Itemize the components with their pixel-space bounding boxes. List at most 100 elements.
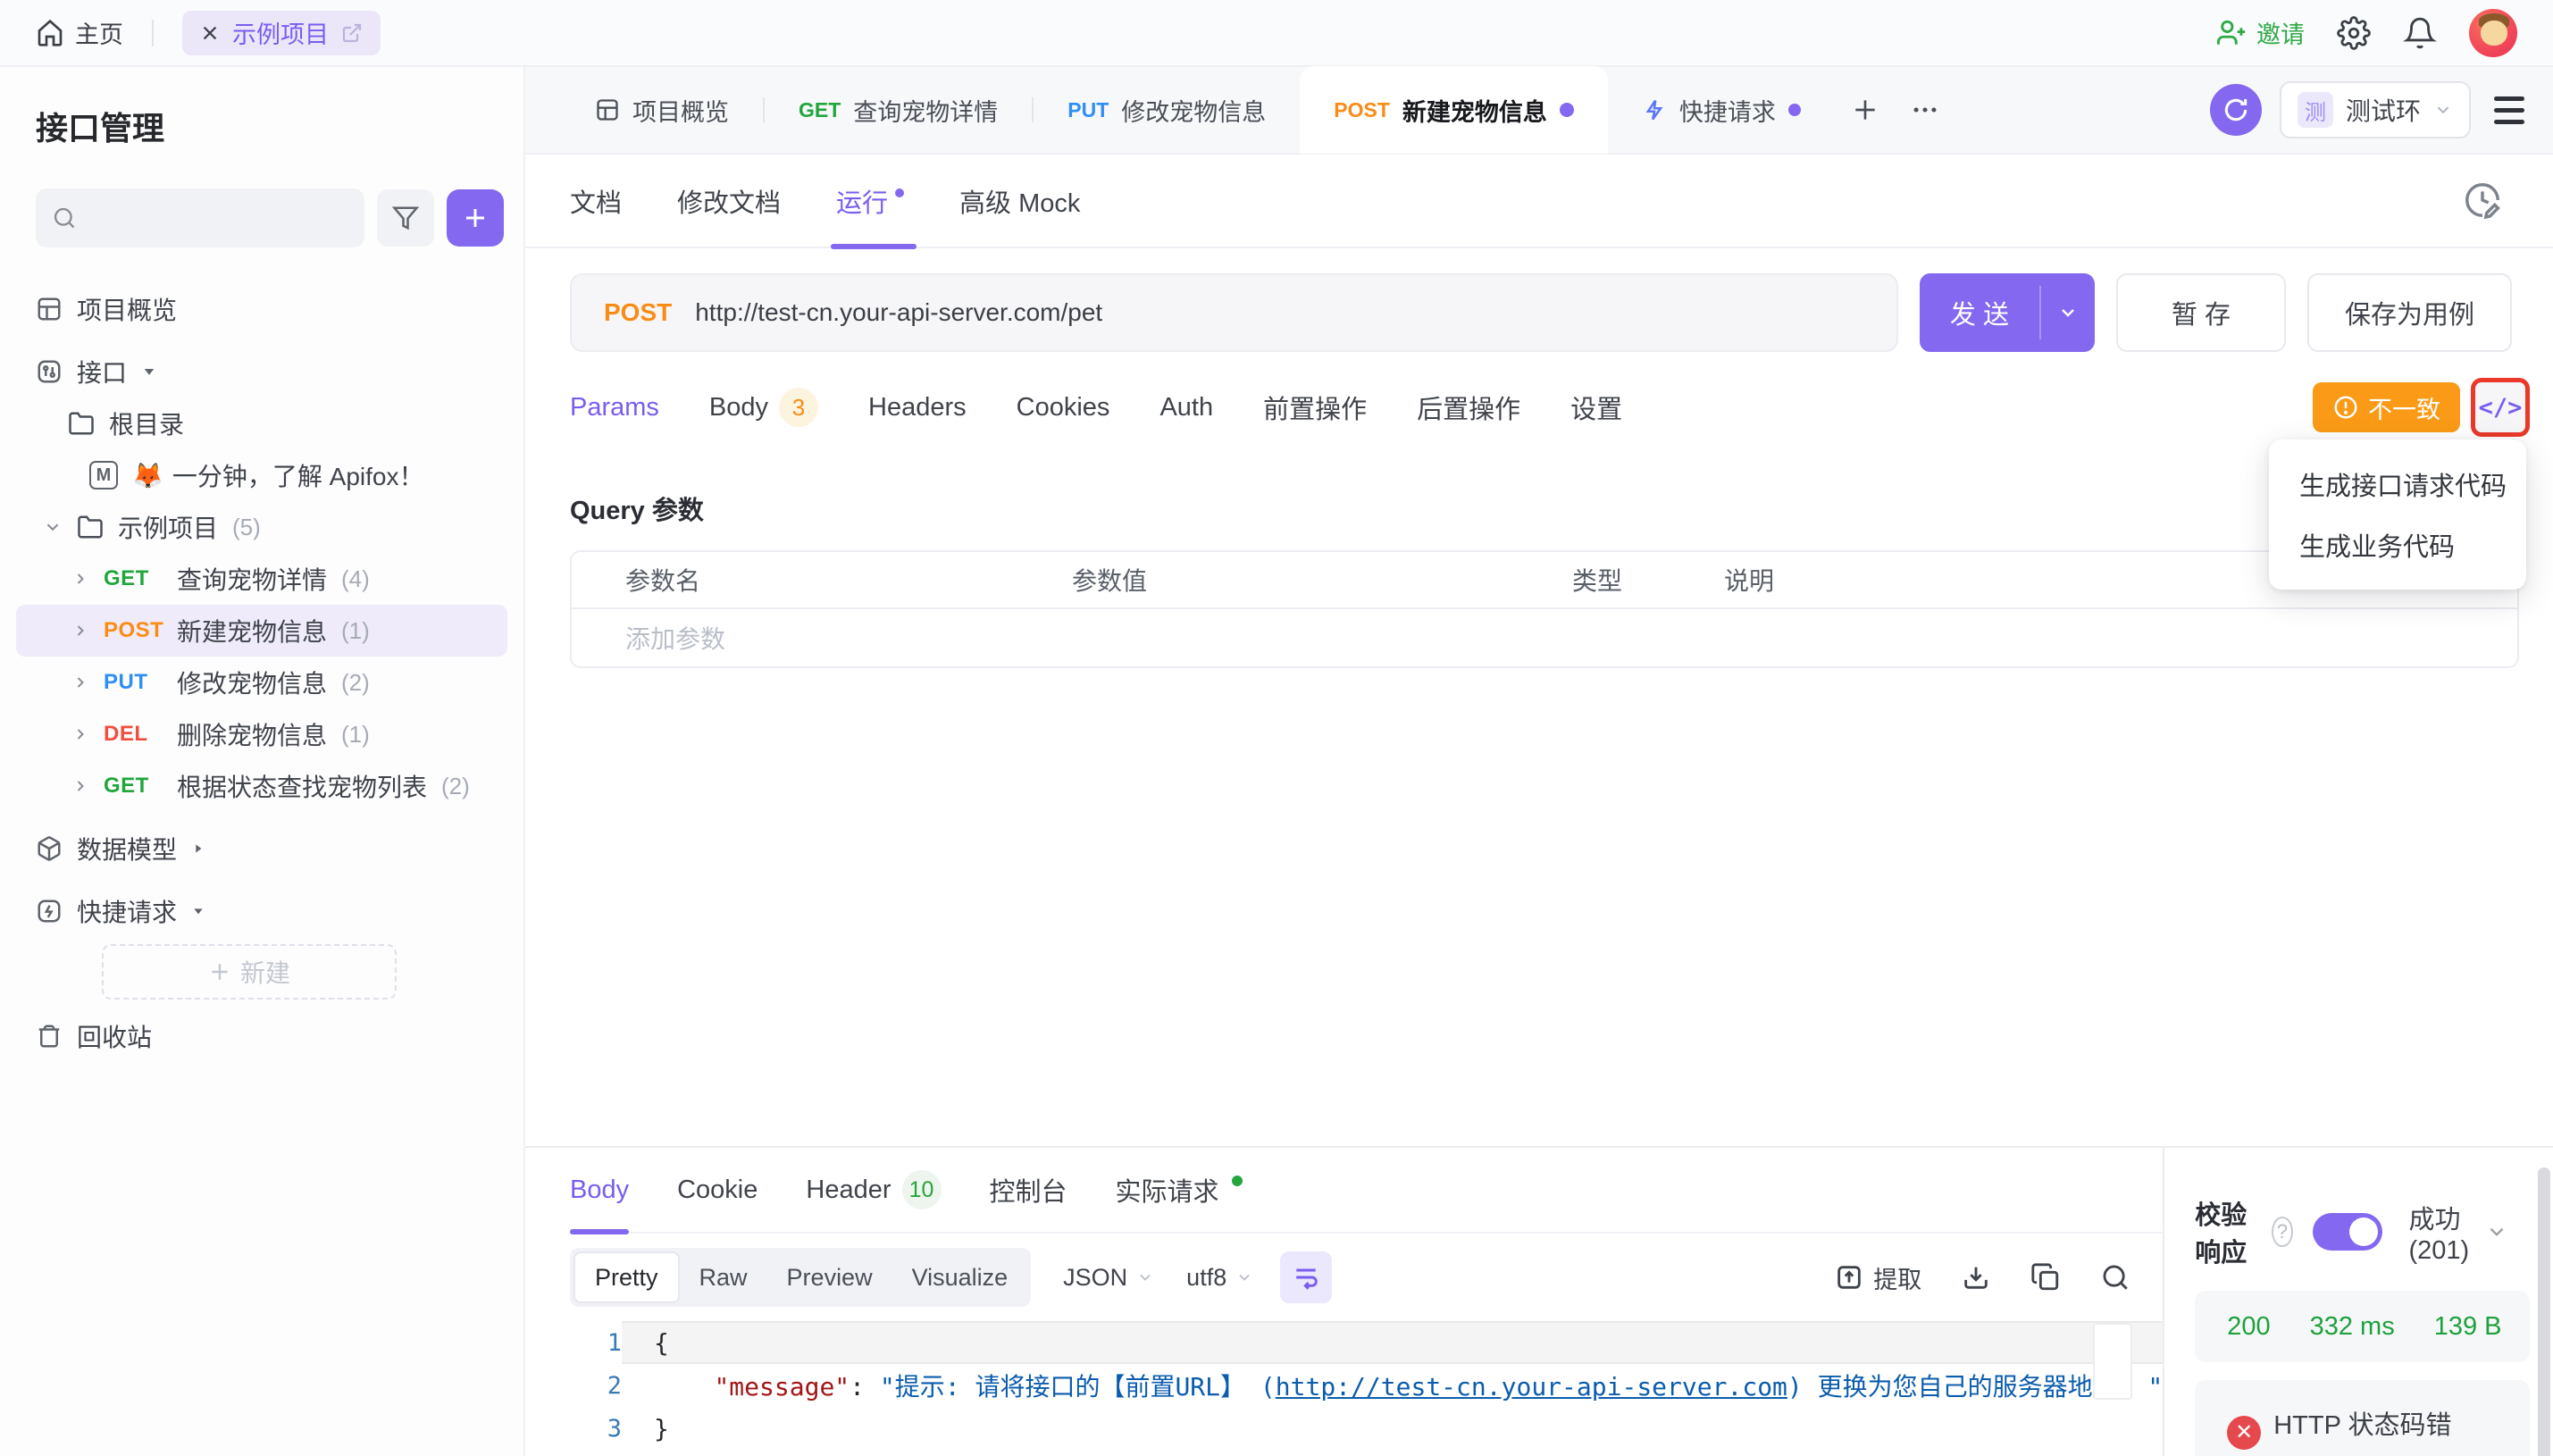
subtab-edit[interactable]: 修改文档 <box>677 154 781 247</box>
sidebar-api-post-pet[interactable]: POST 新建宠物信息 (1) <box>16 605 507 657</box>
menu-icon[interactable] <box>2489 91 2530 130</box>
stash-button[interactable]: 暂 存 <box>2116 273 2286 352</box>
resptab-cookie[interactable]: Cookie <box>677 1147 758 1233</box>
tab-put-pet[interactable]: PUT 修改宠物信息 <box>1034 66 1300 154</box>
sidebar-item-quick-request[interactable]: 快捷请求 <box>16 885 507 937</box>
subtab-mock[interactable]: 高级 Mock <box>959 154 1080 247</box>
server-url-link[interactable]: http://test-cn.your-api-server.com <box>1276 1372 1787 1402</box>
home-button[interactable]: 主页 <box>36 15 123 50</box>
search-input[interactable] <box>88 205 348 232</box>
reqtab-headers[interactable]: Headers <box>868 393 967 423</box>
view-preview[interactable]: Preview <box>767 1251 892 1303</box>
extract-button[interactable]: 提取 <box>1834 1260 1921 1295</box>
project-tab[interactable]: 示例项目 <box>182 11 381 55</box>
markdown-icon: M <box>89 461 118 490</box>
api-item-count: (2) <box>341 669 370 697</box>
line-number: 2 <box>570 1372 622 1400</box>
response-body-editor[interactable]: 1 { 2 "message": "提示: 请将接口的【前置URL】 (http… <box>570 1321 2163 1450</box>
resptab-console[interactable]: 控制台 <box>990 1147 1067 1233</box>
sidebar-item-overview[interactable]: 项目概览 <box>16 283 507 335</box>
resptab-header[interactable]: Header 10 <box>806 1147 941 1233</box>
resptab-actual-request[interactable]: 实际请求 <box>1116 1147 1243 1233</box>
chevron-right-icon[interactable] <box>71 622 89 640</box>
search-box[interactable] <box>36 188 364 247</box>
environment-selector[interactable]: 测 测试环 <box>2280 81 2471 138</box>
avatar[interactable] <box>2469 9 2517 57</box>
menu-item-generate-request-code[interactable]: 生成接口请求代码 <box>2269 454 2526 515</box>
chevron-right-icon[interactable] <box>71 570 89 588</box>
scrollbar-thumb[interactable] <box>2538 1167 2550 1456</box>
gear-icon[interactable] <box>2337 16 2371 50</box>
sidebar-api-get-pet[interactable]: GET 查询宠物详情 (4) <box>16 553 507 605</box>
view-pretty[interactable]: Pretty <box>573 1251 680 1303</box>
close-icon[interactable] <box>200 23 220 43</box>
sidebar-item-trash[interactable]: 回收站 <box>16 1010 507 1062</box>
send-dropdown[interactable] <box>2041 273 2095 352</box>
chevron-right-icon[interactable] <box>71 674 89 691</box>
reqtab-cookies[interactable]: Cookies <box>1017 393 1110 423</box>
reqtab-pre-ops[interactable]: 前置操作 <box>1263 389 1367 426</box>
chevron-right-icon[interactable] <box>71 725 89 743</box>
tab-project-overview[interactable]: 项目概览 <box>561 66 763 154</box>
download-icon[interactable] <box>1961 1262 1991 1293</box>
tab-get-pet-detail[interactable]: GET 查询宠物详情 <box>765 66 1032 154</box>
validation-toggle[interactable] <box>2313 1213 2382 1251</box>
filter-button[interactable] <box>377 189 434 247</box>
sidebar-api-find-by-status[interactable]: GET 根据状态查找宠物列表 (2) <box>16 760 507 812</box>
caret-down-icon[interactable] <box>191 904 205 918</box>
inconsistent-badge[interactable]: 不一致 <box>2313 382 2460 432</box>
sidebar-item-data-models[interactable]: 数据模型 <box>16 823 507 874</box>
chevron-right-icon[interactable] <box>71 777 89 795</box>
subtab-run[interactable]: 运行 <box>836 154 904 247</box>
reqtab-settings[interactable]: 设置 <box>1570 389 1622 426</box>
caret-right-icon[interactable] <box>191 841 205 856</box>
editor-scrollbar[interactable] <box>2093 1323 2132 1400</box>
more-icon[interactable] <box>1910 95 1940 125</box>
sidebar-item-api[interactable]: 接口 <box>16 346 507 397</box>
send-button[interactable]: 发 送 <box>1920 273 2095 352</box>
bell-icon[interactable] <box>2403 16 2437 50</box>
reqtab-body[interactable]: Body 3 <box>709 388 818 427</box>
word-wrap-button[interactable] <box>1280 1251 1332 1303</box>
reqtab-post-ops[interactable]: 后置操作 <box>1417 389 1520 426</box>
external-link-icon[interactable] <box>341 22 363 44</box>
help-icon[interactable]: ? <box>2272 1217 2292 1247</box>
chevron-down-icon[interactable] <box>2485 1220 2508 1243</box>
sync-button[interactable] <box>2210 84 2262 136</box>
sidebar-folder-root[interactable]: 根目录 <box>16 397 507 449</box>
add-param-row[interactable]: 添加参数 <box>572 609 2517 666</box>
history-edit-icon[interactable] <box>2462 180 2503 221</box>
view-visualize[interactable]: Visualize <box>892 1251 1028 1303</box>
reqtab-params[interactable]: Params <box>570 393 659 423</box>
tab-quick-request[interactable]: 快捷请求 <box>1608 66 1835 154</box>
method-label: DEL <box>104 722 163 747</box>
data-models-label: 数据模型 <box>77 831 177 866</box>
url-input[interactable] <box>695 298 1888 327</box>
chevron-down-icon[interactable] <box>43 517 63 537</box>
generate-code-button[interactable]: </> <box>2471 378 2530 437</box>
tab-post-new-pet[interactable]: POST 新建宠物信息 <box>1300 66 1608 154</box>
add-button[interactable] <box>447 189 504 247</box>
codegen-menu: 生成接口请求代码 生成业务代码 <box>2269 439 2526 590</box>
sidebar-folder-example[interactable]: 示例项目 (5) <box>16 501 507 553</box>
resptab-body[interactable]: Body <box>570 1147 629 1233</box>
copy-icon[interactable] <box>2030 1262 2061 1293</box>
sidebar-doc-item[interactable]: M 🦊 一分钟，了解 Apifox！ <box>16 449 507 501</box>
encoding-select[interactable]: utf8 <box>1186 1264 1253 1292</box>
caret-down-icon[interactable] <box>141 364 157 380</box>
sidebar-api-del-pet[interactable]: DEL 删除宠物信息 (1) <box>16 708 507 760</box>
save-as-case-button[interactable]: 保存为用例 <box>2307 273 2512 352</box>
invite-button[interactable]: 邀请 <box>2217 15 2305 50</box>
url-field[interactable]: POST <box>570 273 1898 352</box>
inconsistent-label: 不一致 <box>2368 390 2440 425</box>
format-select[interactable]: JSON <box>1063 1264 1154 1292</box>
search-icon[interactable] <box>2100 1262 2130 1293</box>
new-quick-request-button[interactable]: 新建 <box>102 944 397 1000</box>
sidebar-api-put-pet[interactable]: PUT 修改宠物信息 (2) <box>16 657 507 708</box>
method-select[interactable]: POST <box>604 298 672 327</box>
new-tab-icon[interactable] <box>1851 96 1879 124</box>
menu-item-generate-business-code[interactable]: 生成业务代码 <box>2269 515 2526 575</box>
view-raw[interactable]: Raw <box>680 1251 767 1303</box>
subtab-doc[interactable]: 文档 <box>570 154 622 247</box>
reqtab-auth[interactable]: Auth <box>1159 393 1213 423</box>
